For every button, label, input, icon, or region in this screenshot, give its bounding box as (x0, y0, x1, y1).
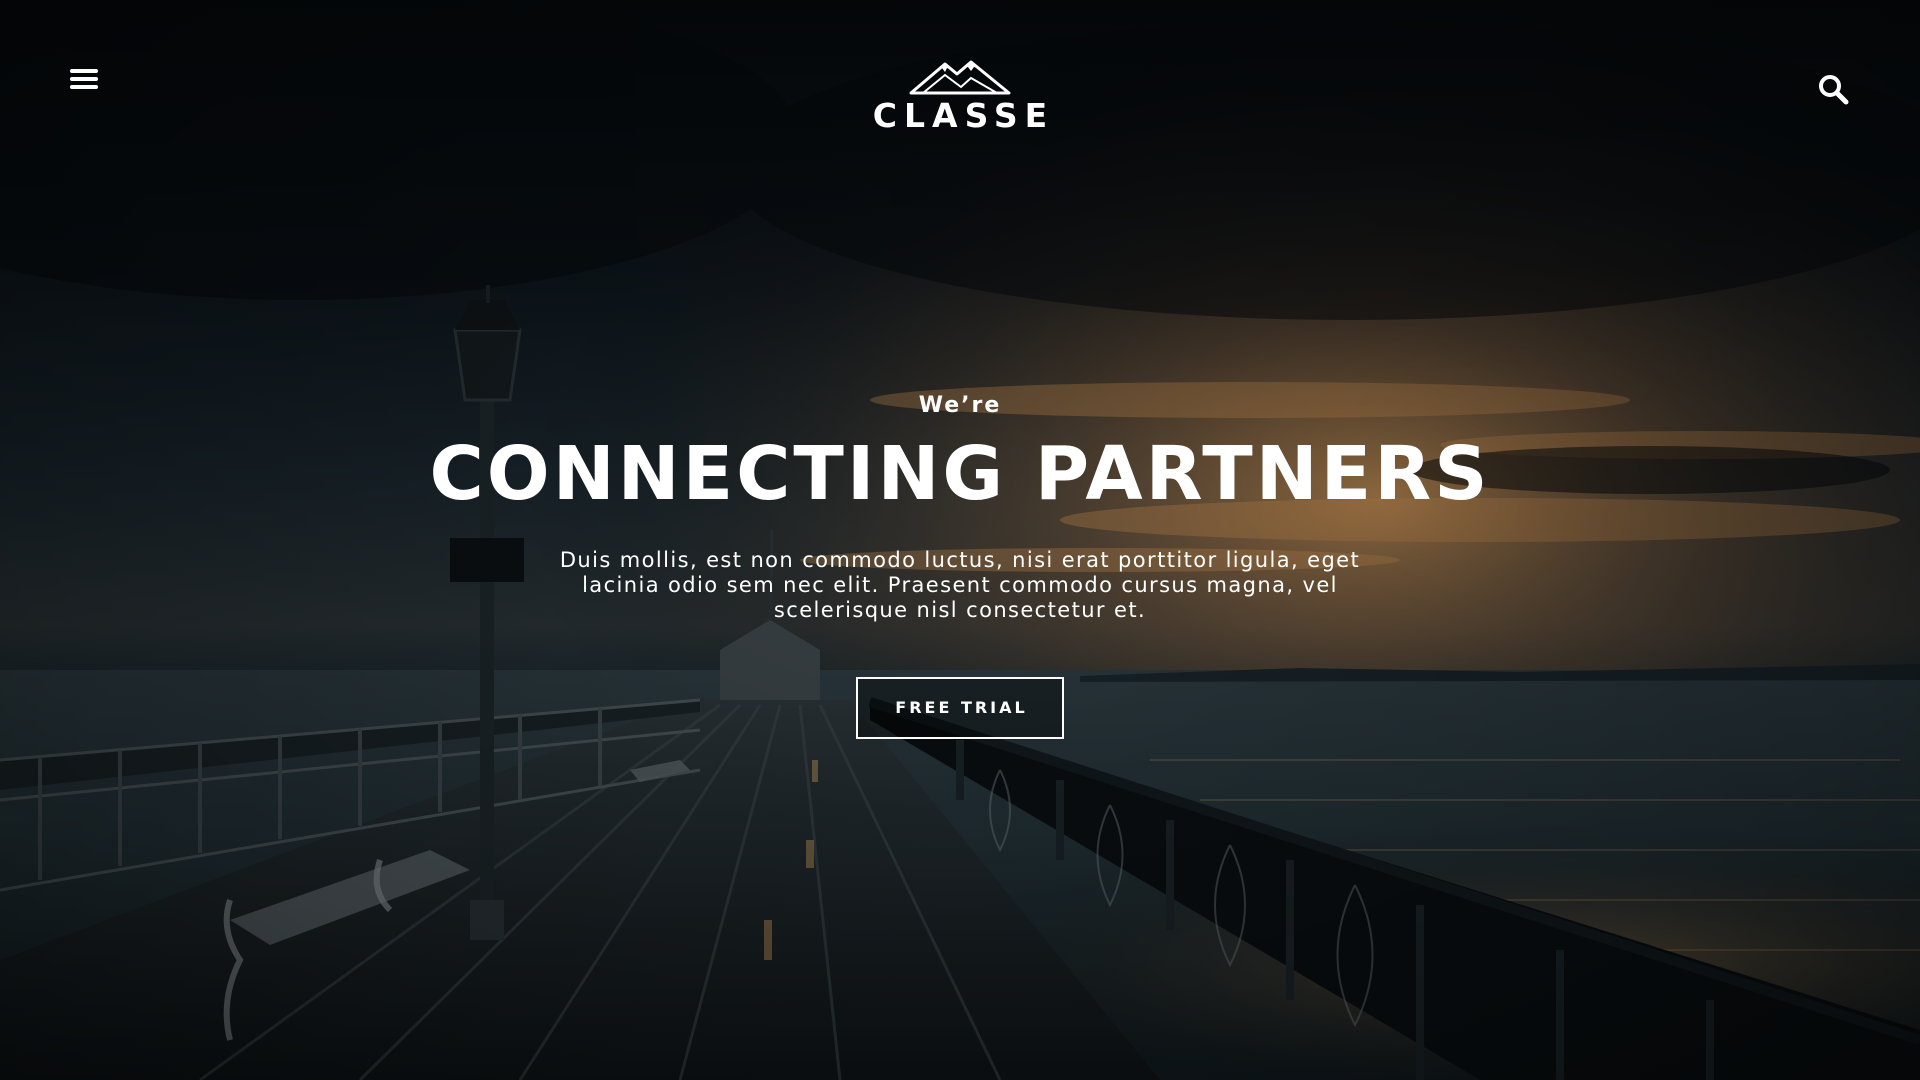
search-icon (1819, 75, 1849, 105)
site-logo[interactable]: CLASSE (860, 56, 1060, 146)
search-button[interactable] (1816, 72, 1852, 108)
hamburger-menu-icon (70, 69, 98, 89)
hero-headline: CONNECTING PARTNERS (429, 431, 1491, 517)
hero-eyebrow: We’re (918, 393, 1002, 418)
logo-text: CLASSE (872, 96, 1055, 135)
free-trial-button[interactable]: FREE TRIAL (856, 677, 1064, 739)
mountain-logo-icon (909, 60, 1011, 95)
hero-section: CLASSE We’re CONNECTING PARTNERS Duis mo… (0, 0, 1920, 1080)
hero-subtitle: Duis mollis, est non commodo luctus, nis… (559, 548, 1361, 622)
hero-content: We’re CONNECTING PARTNERS Duis mollis, e… (360, 388, 1560, 739)
menu-button[interactable] (66, 64, 106, 96)
